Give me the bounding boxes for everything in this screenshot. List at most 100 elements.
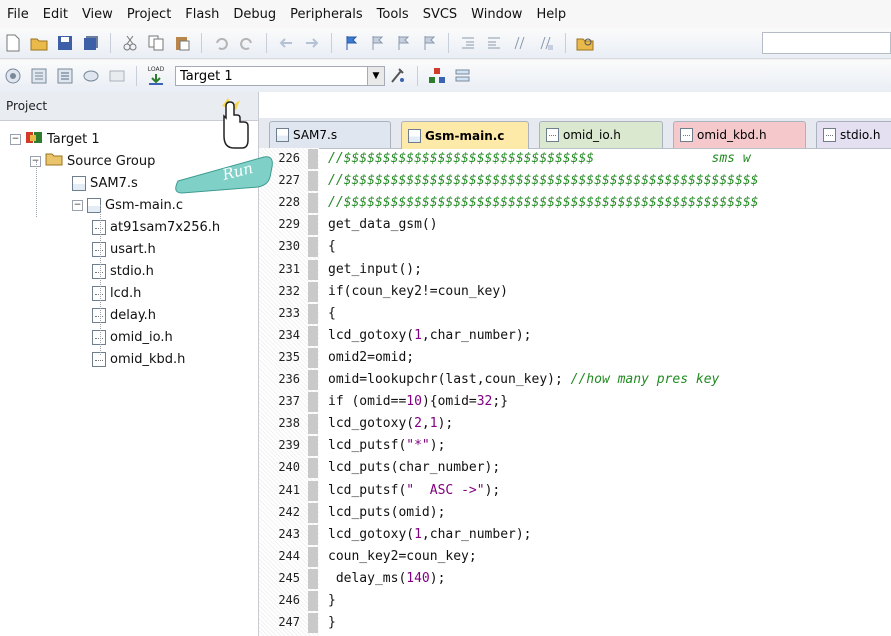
menu-item-peripherals[interactable]: Peripherals: [283, 7, 370, 22]
line-number: 227: [278, 173, 300, 188]
code-gutter-marker: [308, 259, 318, 280]
menu-item-help[interactable]: Help: [529, 7, 573, 22]
save-icon[interactable]: [55, 33, 75, 53]
code-line[interactable]: get_input();: [328, 262, 422, 277]
code-line[interactable]: lcd_gotoxy(1,char_number);: [328, 328, 532, 343]
expander-icon[interactable]: −: [72, 199, 83, 211]
header-file-icon: [92, 285, 106, 301]
code-line[interactable]: delay_ms(140);: [328, 571, 446, 586]
header-file-icon: [92, 219, 106, 235]
menu-item-flash[interactable]: Flash: [178, 7, 226, 22]
code-line[interactable]: get_data_gsm(): [328, 217, 438, 232]
tab-stdio-h[interactable]: stdio.h: [816, 121, 891, 148]
code-line[interactable]: lcd_gotoxy(1,char_number);: [328, 527, 532, 542]
open-folder-icon[interactable]: [29, 33, 49, 53]
expander-icon[interactable]: −: [10, 133, 21, 145]
paste-icon[interactable]: [172, 33, 192, 53]
code-line[interactable]: }: [328, 593, 336, 608]
tree-item[interactable]: SAM7.s: [72, 173, 138, 193]
copy-icon[interactable]: [146, 33, 166, 53]
select-packs-icon[interactable]: [453, 66, 473, 86]
new-file-icon[interactable]: [3, 33, 23, 53]
cut-icon[interactable]: [120, 33, 140, 53]
header-file-icon: [546, 128, 559, 142]
tree-item[interactable]: − Source Group: [30, 151, 155, 171]
manage-components-icon[interactable]: [427, 66, 447, 86]
menu-item-window[interactable]: Window: [464, 7, 529, 22]
translate-icon[interactable]: [3, 66, 23, 86]
tab-omid-kbd-h[interactable]: omid_kbd.h: [673, 121, 806, 148]
tree-item[interactable]: omid_io.h: [92, 327, 173, 347]
stop-build-icon[interactable]: [107, 66, 127, 86]
bookmark-icon[interactable]: [341, 33, 361, 53]
tab-label: omid_kbd.h: [697, 128, 767, 142]
header-file-icon: [92, 329, 106, 345]
line-number: 234: [278, 327, 300, 342]
code-line[interactable]: omid2=omid;: [328, 350, 414, 365]
toolbar-separator: [417, 66, 418, 86]
comment-icon[interactable]: [510, 33, 530, 53]
bookmark-clear-icon[interactable]: [419, 33, 439, 53]
menu-item-project[interactable]: Project: [120, 7, 178, 22]
toolbar-separator: [136, 66, 137, 86]
redo-icon[interactable]: [237, 33, 257, 53]
undo-icon[interactable]: [211, 33, 231, 53]
code-line[interactable]: lcd_gotoxy(2,1);: [328, 416, 453, 431]
code-line[interactable]: //$$$$$$$$$$$$$$$$$$$$$$$$$$$$$$$$$$$$$$…: [328, 173, 758, 188]
code-line[interactable]: omid=lookupchr(last,coun_key); //how man…: [328, 372, 719, 387]
target-select[interactable]: Target 1 ▼: [175, 66, 385, 86]
chevron-down-icon[interactable]: ▼: [367, 67, 384, 85]
line-number: 230: [278, 239, 300, 254]
tree-item[interactable]: usart.h: [92, 239, 156, 259]
line-number: 247: [278, 615, 300, 630]
standard-toolbar: [0, 28, 891, 59]
download-load-icon[interactable]: LOAD: [146, 66, 166, 86]
tree-item[interactable]: omid_kbd.h: [92, 349, 185, 369]
indent-icon[interactable]: [458, 33, 478, 53]
menu-item-file[interactable]: File: [0, 7, 36, 22]
build-icon[interactable]: [29, 66, 49, 86]
code-line[interactable]: if (omid==10){omid=32;}: [328, 394, 508, 409]
menu-item-tools[interactable]: Tools: [370, 7, 416, 22]
save-all-icon[interactable]: [81, 33, 101, 53]
source-file-icon: [87, 197, 101, 213]
code-line[interactable]: {: [328, 306, 336, 321]
code-line[interactable]: lcd_puts(char_number);: [328, 460, 500, 475]
unindent-icon[interactable]: [484, 33, 504, 53]
code-line[interactable]: if(coun_key2!=coun_key): [328, 284, 508, 299]
code-gutter-marker: [308, 568, 318, 589]
tree-item[interactable]: delay.h: [92, 305, 156, 325]
tree-item[interactable]: − Target 1: [10, 129, 100, 149]
menu-item-view[interactable]: View: [75, 7, 120, 22]
code-line[interactable]: //$$$$$$$$$$$$$$$$$$$$$$$$$$$$$$$$$$$$$$…: [328, 195, 758, 210]
bookmark-prev-icon[interactable]: [367, 33, 387, 53]
menu-item-debug[interactable]: Debug: [226, 7, 283, 22]
tab-omid-io-h[interactable]: omid_io.h: [539, 121, 663, 148]
find-input[interactable]: [762, 32, 891, 54]
tree-item-label: SAM7.s: [90, 175, 138, 191]
nav-forward-icon[interactable]: [302, 33, 322, 53]
uncomment-icon[interactable]: [536, 33, 556, 53]
code-line[interactable]: //$$$$$$$$$$$$$$$$$$$$$$$$$$$$$$$$ sms w: [328, 151, 751, 166]
code-line[interactable]: lcd_putsf(" ASC ->");: [328, 483, 500, 498]
code-line[interactable]: lcd_putsf("*");: [328, 438, 445, 453]
code-line[interactable]: }: [328, 615, 336, 630]
bookmark-next-icon[interactable]: [393, 33, 413, 53]
tree-item[interactable]: stdio.h: [92, 261, 154, 281]
nav-back-icon[interactable]: [276, 33, 296, 53]
menu-item-svcs[interactable]: SVCS: [416, 7, 464, 22]
code-line[interactable]: coun_key2=coun_key;: [328, 549, 477, 564]
tab-gsm-main-c[interactable]: Gsm-main.c: [401, 121, 529, 149]
tab-sam7-s[interactable]: SAM7.s: [269, 121, 391, 148]
batch-build-icon[interactable]: [81, 66, 101, 86]
code-line[interactable]: {: [328, 239, 336, 254]
target-options-icon[interactable]: [388, 66, 408, 86]
editor-tabs: SAM7.s Gsm-main.c omid_io.h omid_kbd.h stdio…: [259, 118, 891, 149]
header-file-icon: [92, 351, 106, 367]
menu-item-edit[interactable]: Edit: [36, 7, 75, 22]
code-line[interactable]: lcd_puts(omid);: [328, 505, 445, 520]
tree-item[interactable]: at91sam7x256.h: [92, 217, 220, 237]
rebuild-icon[interactable]: [55, 66, 75, 86]
tree-item[interactable]: − Gsm-main.c: [72, 195, 183, 215]
find-in-files-icon[interactable]: [575, 33, 595, 53]
